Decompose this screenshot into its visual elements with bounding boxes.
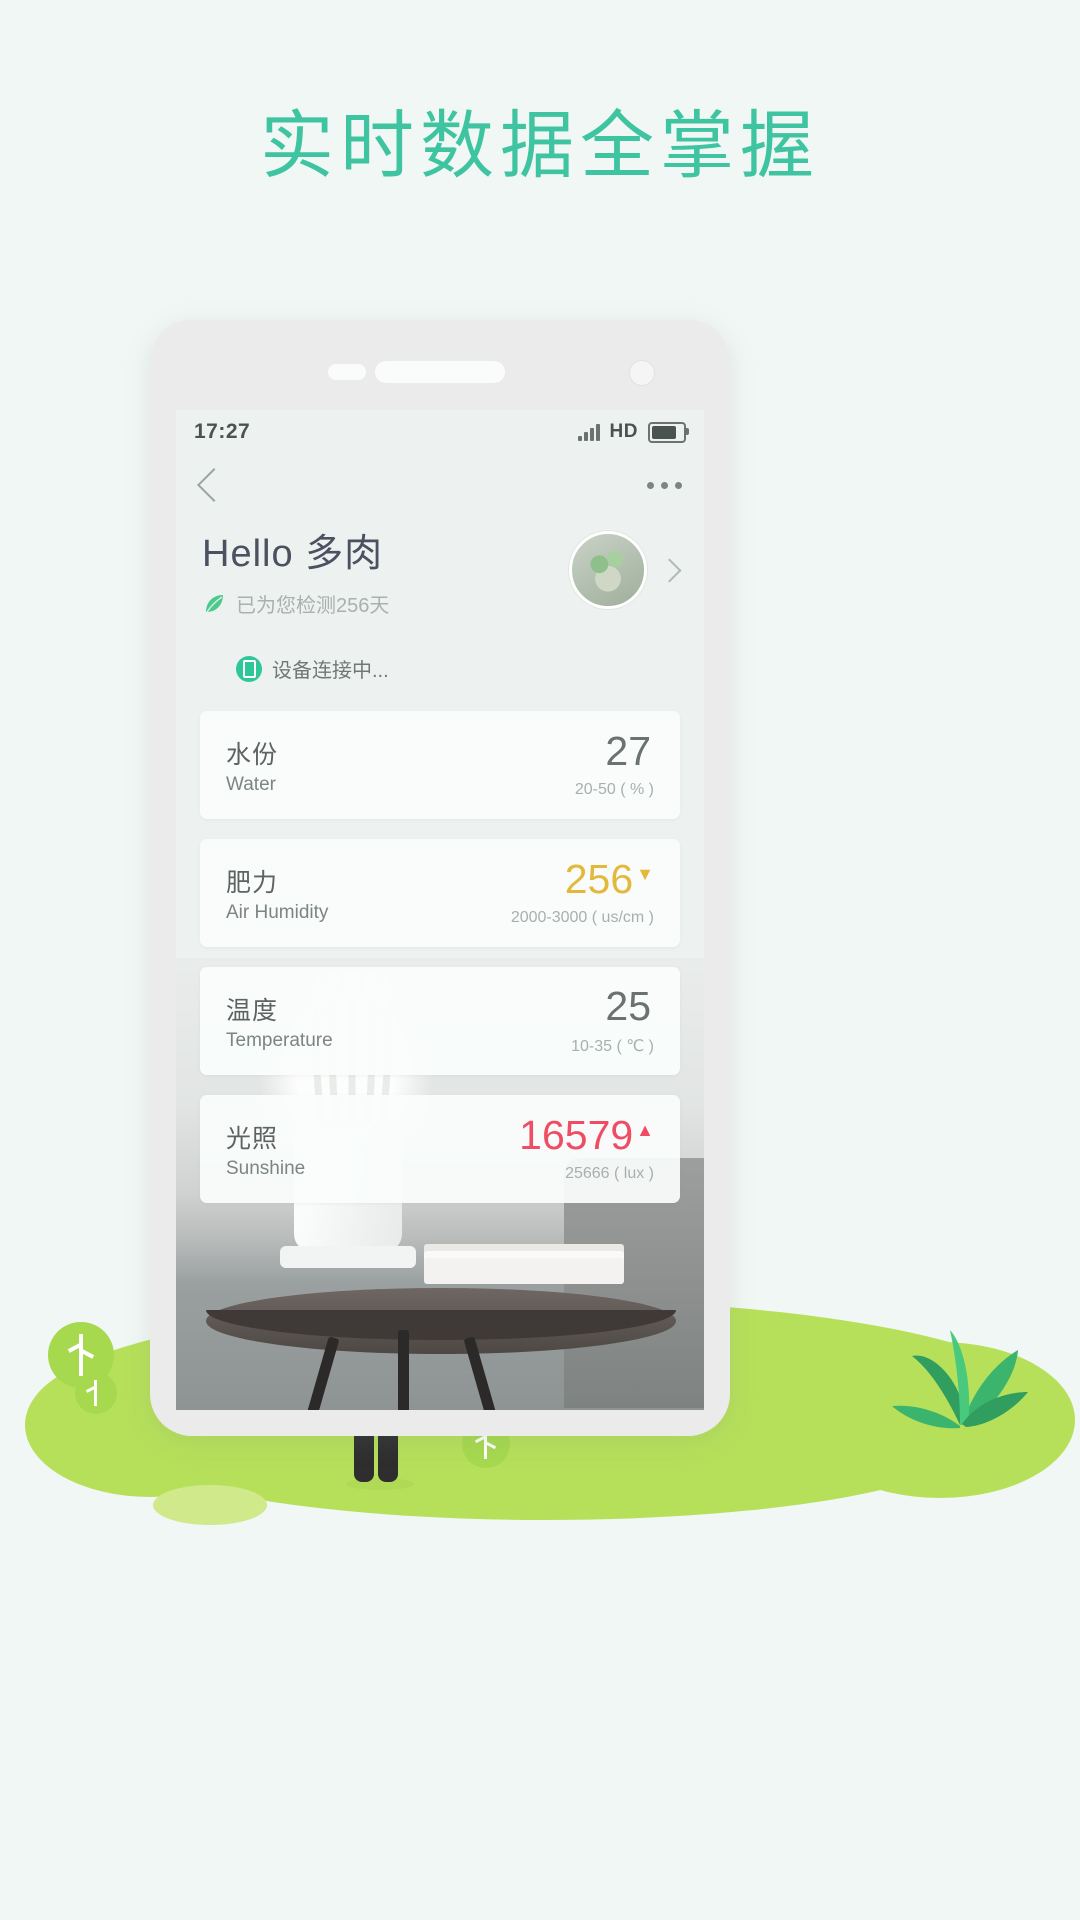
metric-value: 16579 xyxy=(519,1112,634,1158)
metric-values: 256 ▼ 2000-3000 ( us/cm ) xyxy=(511,859,654,927)
phone-mockup: 17:27 HD Hello 多肉 已为您检测256天 设备连接中... 水份 … xyxy=(150,320,730,1436)
battery-full-icon xyxy=(648,421,689,443)
device-icon xyxy=(236,655,262,682)
metric-name-en: Air Humidity xyxy=(226,901,329,923)
network-label: HD xyxy=(609,421,638,442)
pot-base xyxy=(280,1246,416,1268)
greeting-title: Hello 多肉 xyxy=(202,533,384,575)
metric-value-wrap: 27 xyxy=(575,731,654,772)
metric-value: 256 xyxy=(564,856,634,902)
metric-labels: 肥力 Air Humidity xyxy=(226,863,328,924)
metric-labels: 水份 Water xyxy=(226,735,278,796)
metric-trend-icon: ▼ xyxy=(636,864,654,884)
plant-header-text: Hello 多肉 已为您检测256天 xyxy=(202,522,569,618)
metric-range: 10-35 ( ℃ ) xyxy=(571,1038,654,1055)
metric-name-cn: 肥力 xyxy=(226,868,279,897)
metric-card-fertility[interactable]: 肥力 Air Humidity 256 ▼ 2000-3000 ( us/cm … xyxy=(200,839,680,947)
books-stack xyxy=(424,1258,624,1284)
page-title: 实时数据全掌握 xyxy=(260,103,820,189)
metric-name-en: Temperature xyxy=(226,1029,333,1051)
status-icons: HD xyxy=(577,421,689,443)
metric-values: 25 10-35 ( ℃ ) xyxy=(571,986,654,1056)
metric-name-cn: 温度 xyxy=(226,996,279,1025)
metric-value-wrap: 25 xyxy=(571,986,654,1027)
chevron-left-icon[interactable] xyxy=(197,468,231,502)
status-time: 17:27 xyxy=(194,420,251,443)
metric-name-en: Water xyxy=(226,773,276,795)
small-tree xyxy=(75,1372,117,1414)
signal-bars-icon xyxy=(577,423,600,441)
metric-range: 2000-3000 ( us/cm ) xyxy=(510,909,654,926)
phone-screen: 17:27 HD Hello 多肉 已为您检测256天 设备连接中... 水份 … xyxy=(176,410,704,1410)
metric-name-cn: 水份 xyxy=(226,740,279,769)
metric-labels: 温度 Temperature xyxy=(226,991,333,1052)
chevron-right-icon[interactable] xyxy=(657,557,682,583)
metric-values: 16579 ▲ 25666 ( lux ) xyxy=(519,1115,654,1183)
metric-values: 27 20-50 ( % ) xyxy=(575,731,654,799)
proximity-sensor-icon xyxy=(328,364,366,380)
monitor-days-text: 已为您检测256天 xyxy=(236,595,390,617)
metric-value-wrap: 16579 ▲ xyxy=(519,1115,654,1156)
leaf-icon xyxy=(202,592,226,616)
status-bar: 17:27 HD xyxy=(176,410,704,454)
succulent-plant xyxy=(876,1300,1046,1430)
metric-name-cn: 光照 xyxy=(226,1124,279,1153)
metric-labels: 光照 Sunshine xyxy=(226,1119,305,1180)
metric-card-temperature[interactable]: 温度 Temperature 25 10-35 ( ℃ ) xyxy=(200,967,680,1075)
metric-card-list: 水份 Water 27 20-50 ( % ) 肥力 Air Humidity xyxy=(176,711,704,1203)
metric-value-wrap: 256 ▼ xyxy=(511,859,654,900)
plant-header: Hello 多肉 已为您检测256天 设备连接中... xyxy=(176,516,704,683)
metric-trend-icon: ▲ xyxy=(636,1120,654,1140)
table-leg xyxy=(398,1330,409,1410)
metric-card-water[interactable]: 水份 Water 27 20-50 ( % ) xyxy=(200,711,680,819)
metric-value: 25 xyxy=(605,983,651,1029)
front-camera-icon xyxy=(629,360,655,386)
connection-row: 设备连接中... xyxy=(236,654,678,683)
metric-range: 20-50 ( % ) xyxy=(574,781,654,798)
plant-header-row[interactable]: Hello 多肉 已为您检测256天 xyxy=(202,522,682,618)
more-horizontal-icon[interactable] xyxy=(647,481,682,489)
avatar[interactable] xyxy=(569,531,647,609)
metric-range: 25666 ( lux ) xyxy=(565,1165,654,1182)
metric-value: 27 xyxy=(605,728,651,774)
monitor-row: 已为您检测256天 xyxy=(202,589,569,618)
connection-status-text: 设备连接中... xyxy=(272,660,389,682)
nav-bar xyxy=(176,454,704,516)
metric-card-sunshine[interactable]: 光照 Sunshine 16579 ▲ 25666 ( lux ) xyxy=(200,1095,680,1203)
speaker-grille-icon xyxy=(375,361,505,383)
metric-name-en: Sunshine xyxy=(226,1157,306,1179)
